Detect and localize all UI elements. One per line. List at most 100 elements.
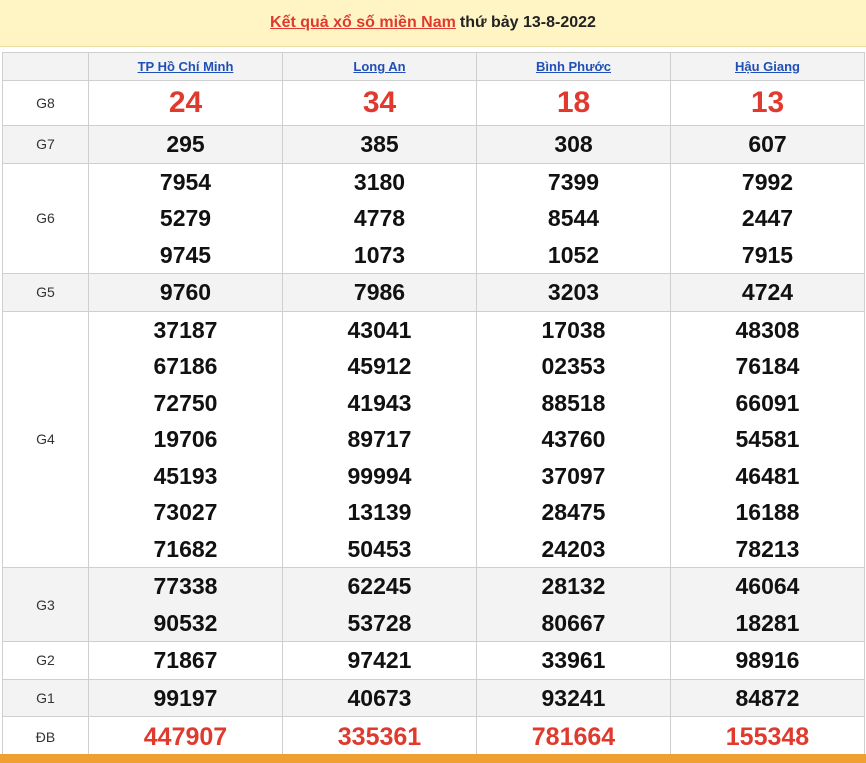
result-number: 40673 [347, 684, 412, 711]
result-cell: 7954 5279 9745 [88, 162, 283, 274]
results-body: G8 24 34 18 13 G7 295 385 308 607 G6 7954 5279 9745 31… [2, 80, 865, 758]
result-cell: 46064 18281 [670, 567, 865, 642]
prize-row-g4: G4 37187 67186 72750 19706 45193 73027 71682 430… [2, 310, 865, 568]
result-number: 24 [168, 86, 203, 119]
result-cell: 155348 [670, 716, 865, 758]
prize-label: G5 [2, 273, 89, 312]
result-number: 13139 [347, 499, 412, 525]
result-number: 34 [362, 86, 397, 119]
result-number: 24203 [541, 535, 606, 562]
result-number: 385 [360, 131, 399, 157]
results-title-link[interactable]: Kết quả xổ số miền Nam [270, 14, 456, 32]
result-cell: 447907 [88, 716, 283, 758]
result-number: 4724 [741, 279, 794, 305]
province-link-hcm[interactable]: TP Hồ Chí Minh [138, 59, 234, 74]
result-number: 447907 [143, 723, 228, 751]
result-cell: 33961 [476, 641, 671, 680]
result-number: 3180 [353, 168, 406, 195]
result-number: 77338 [153, 573, 218, 599]
prize-label: G6 [2, 162, 89, 274]
province-header: Long An [282, 52, 477, 81]
result-cell: 17038 02353 88518 43760 37097 28475 24203 [476, 310, 671, 568]
prize-row-g8: G8 24 34 18 13 [2, 80, 865, 126]
result-number: 71682 [153, 535, 218, 562]
prize-label: G1 [2, 678, 89, 717]
result-cell: 3180 4778 1073 [282, 162, 477, 274]
result-number: 2447 [741, 205, 794, 231]
result-number: 8544 [547, 205, 600, 231]
result-number: 71867 [153, 647, 218, 673]
result-cell: 295 [88, 125, 283, 164]
result-number: 4778 [353, 205, 406, 231]
result-number: 99994 [347, 462, 412, 489]
prize-row-db: ĐB 447907 335361 781664 155348 [2, 716, 865, 758]
result-number: 1052 [547, 241, 600, 268]
result-number: 99197 [153, 684, 218, 711]
result-cell: 18 [476, 80, 671, 126]
result-number: 73027 [153, 499, 218, 525]
corner-cell [2, 52, 89, 81]
result-cell: 71867 [88, 641, 283, 680]
result-number: 46481 [735, 462, 800, 489]
footer-bar [0, 754, 866, 763]
province-header: Bình Phước [476, 52, 671, 81]
result-number: 28132 [541, 573, 606, 599]
result-cell: 34 [282, 80, 477, 126]
result-number: 46064 [735, 573, 800, 599]
result-cell: 3203 [476, 273, 671, 312]
province-link-hau-giang[interactable]: Hậu Giang [735, 59, 800, 74]
result-number: 7954 [159, 168, 212, 195]
result-number: 93241 [541, 684, 606, 711]
result-number: 16188 [735, 499, 800, 525]
result-number: 607 [748, 131, 787, 157]
result-cell: 607 [670, 125, 865, 164]
result-number: 66091 [735, 389, 800, 416]
result-cell: 7992 2447 7915 [670, 162, 865, 274]
result-number: 13 [750, 86, 785, 119]
prize-label: G4 [2, 310, 89, 568]
province-header: TP Hồ Chí Minh [88, 52, 283, 81]
result-number: 335361 [337, 723, 422, 751]
result-number: 50453 [347, 535, 412, 562]
prize-row-g5: G5 9760 7986 3203 4724 [2, 273, 865, 312]
result-cell: 385 [282, 125, 477, 164]
prize-label: ĐB [2, 716, 89, 758]
result-number: 90532 [153, 609, 218, 636]
result-cell: 7399 8544 1052 [476, 162, 671, 274]
result-cell: 97421 [282, 641, 477, 680]
result-number: 67186 [153, 353, 218, 379]
results-date: thứ bảy 13-8-2022 [459, 14, 596, 31]
result-number: 76184 [735, 353, 800, 379]
result-number: 9760 [159, 279, 212, 305]
province-link-binh-phuoc[interactable]: Bình Phước [536, 59, 611, 74]
result-number: 80667 [541, 609, 606, 636]
result-number: 295 [166, 131, 205, 157]
result-number: 41943 [347, 389, 412, 416]
result-number: 18281 [735, 609, 800, 636]
result-cell: 7986 [282, 273, 477, 312]
result-number: 33961 [541, 647, 606, 673]
prize-label: G3 [2, 567, 89, 642]
result-number: 7992 [741, 168, 794, 195]
result-cell: 4724 [670, 273, 865, 312]
province-link-long-an[interactable]: Long An [353, 59, 405, 74]
result-number: 89717 [347, 426, 412, 452]
result-cell: 24 [88, 80, 283, 126]
province-header-row: TP Hồ Chí Minh Long An Bình Phước Hậu Gi… [2, 52, 865, 81]
result-number: 308 [554, 131, 593, 157]
result-number: 45193 [153, 462, 218, 489]
prize-row-g6: G6 7954 5279 9745 3180 4778 1073 7399 8544 1052 79… [2, 162, 865, 274]
result-cell: 84872 [670, 678, 865, 717]
result-cell: 28132 80667 [476, 567, 671, 642]
result-number: 5279 [159, 205, 212, 231]
result-cell: 781664 [476, 716, 671, 758]
result-number: 7986 [353, 279, 406, 305]
result-number: 84872 [735, 684, 800, 711]
result-number: 37097 [541, 462, 606, 489]
result-number: 98916 [735, 647, 800, 673]
result-cell: 13 [670, 80, 865, 126]
result-number: 88518 [541, 389, 606, 416]
result-number: 54581 [735, 426, 800, 452]
result-cell: 93241 [476, 678, 671, 717]
result-number: 9745 [159, 241, 212, 268]
